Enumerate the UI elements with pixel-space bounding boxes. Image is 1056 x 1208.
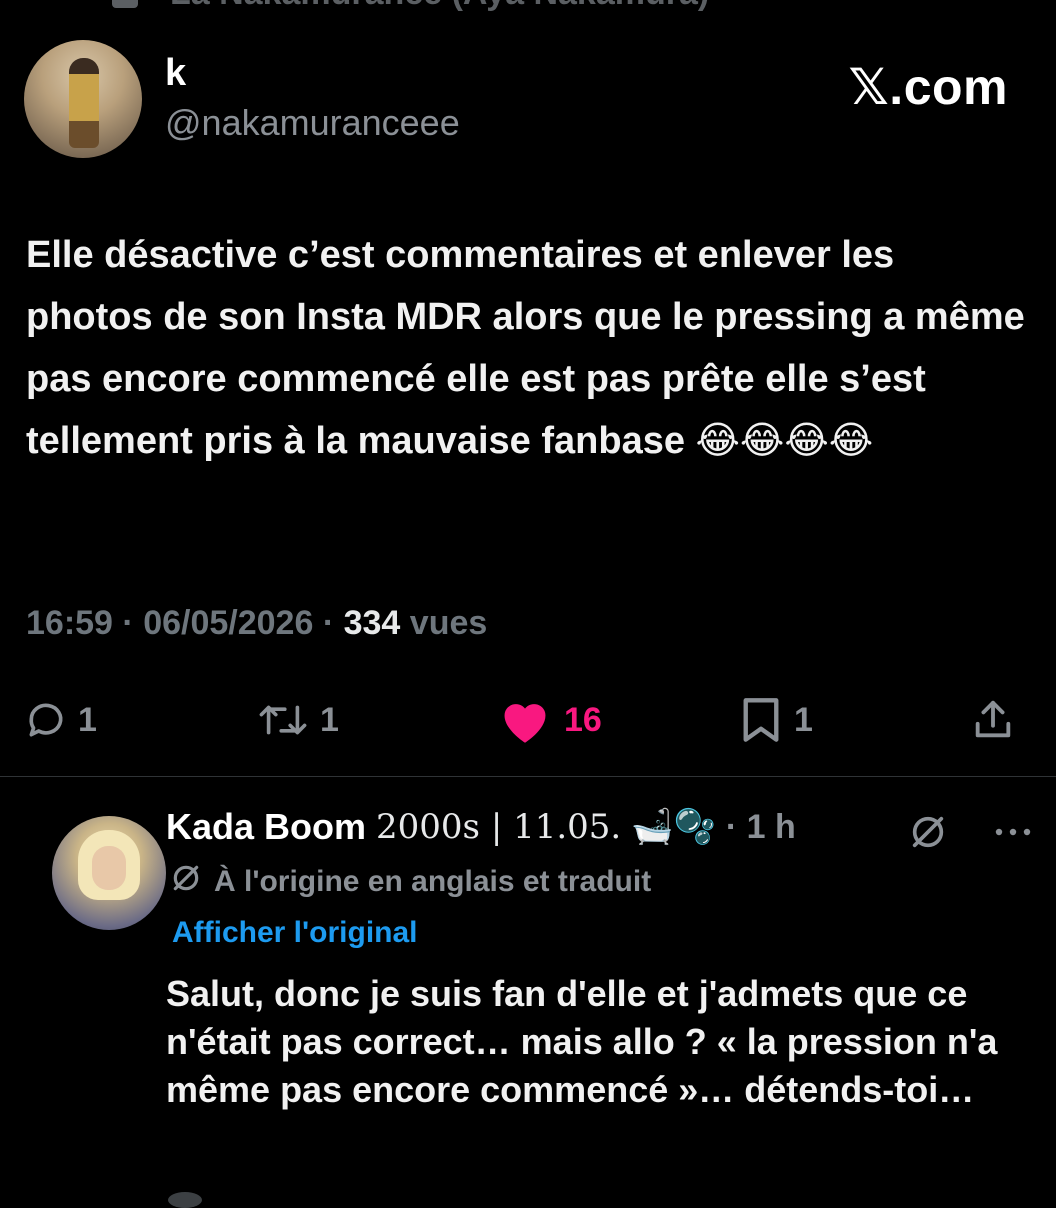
grok-slash-icon[interactable] xyxy=(908,812,948,857)
bookmark-count: 1 xyxy=(794,700,813,739)
show-original-link[interactable]: Afficher l'original xyxy=(172,916,418,950)
post-date[interactable]: 06/05/2026 xyxy=(143,604,313,642)
reply-header: Kada Boom 2000s | 11.05. 🛁🫧 · 1 h xyxy=(166,806,796,848)
reply-author-avatar[interactable] xyxy=(52,816,166,930)
like-button[interactable]: 16 xyxy=(496,690,602,750)
share-button[interactable] xyxy=(970,690,1016,750)
repost-arrows-icon xyxy=(256,698,310,742)
reply-author-name-suffix[interactable]: 2000s | 11.05. xyxy=(376,807,621,847)
views-label: vues xyxy=(409,604,488,642)
repost-button[interactable]: 1 xyxy=(256,690,339,750)
translation-note-text: À l'origine en anglais et traduit xyxy=(214,865,652,898)
page-header-title: La Nakamurance (Aya Nakamura) xyxy=(170,0,709,13)
share-upload-icon xyxy=(970,697,1016,743)
author-avatar[interactable] xyxy=(24,40,142,158)
grok-slash-icon xyxy=(170,862,202,902)
reply-name-emoji: 🛁🫧 xyxy=(631,808,716,846)
speech-bubble-icon xyxy=(24,698,68,742)
header-icon xyxy=(112,0,138,8)
meta-separator: · xyxy=(322,604,335,642)
action-bar: 1 1 16 1 xyxy=(0,690,1056,750)
like-count: 16 xyxy=(564,700,602,739)
next-action-icon-partial xyxy=(168,1192,202,1208)
reply-author-name[interactable]: Kada Boom xyxy=(166,806,366,848)
reply-text: Salut, donc je suis fan d'elle et j'adme… xyxy=(166,973,998,1110)
author-handle[interactable]: @nakamuranceee xyxy=(165,102,460,144)
meta-separator: · xyxy=(122,604,134,642)
reply-count: 1 xyxy=(78,700,97,739)
reply-time[interactable]: · 1 h xyxy=(726,808,796,847)
author-display-name[interactable]: k xyxy=(165,52,186,95)
bookmark-icon xyxy=(738,696,784,744)
views-count: 334 xyxy=(343,604,401,642)
post-text: Elle désactive c’est commentaires et enl… xyxy=(26,234,1025,462)
reply-button[interactable]: 1 xyxy=(24,690,97,750)
bookmark-button[interactable]: 1 xyxy=(738,690,813,750)
post-time[interactable]: 16:59 xyxy=(26,604,113,642)
avatar-figure xyxy=(69,58,99,148)
section-divider xyxy=(0,776,1056,777)
brand-watermark: 𝕏.com xyxy=(848,59,1008,115)
translation-note: À l'origine en anglais et traduit xyxy=(170,862,651,902)
repost-count: 1 xyxy=(320,700,339,739)
reply-header-icons xyxy=(908,812,1032,857)
more-dots-icon[interactable] xyxy=(994,825,1032,844)
avatar-face xyxy=(92,846,126,890)
heart-icon xyxy=(496,695,554,745)
post-meta: 16:59 · 06/05/2026 · 334 vues xyxy=(26,604,487,643)
